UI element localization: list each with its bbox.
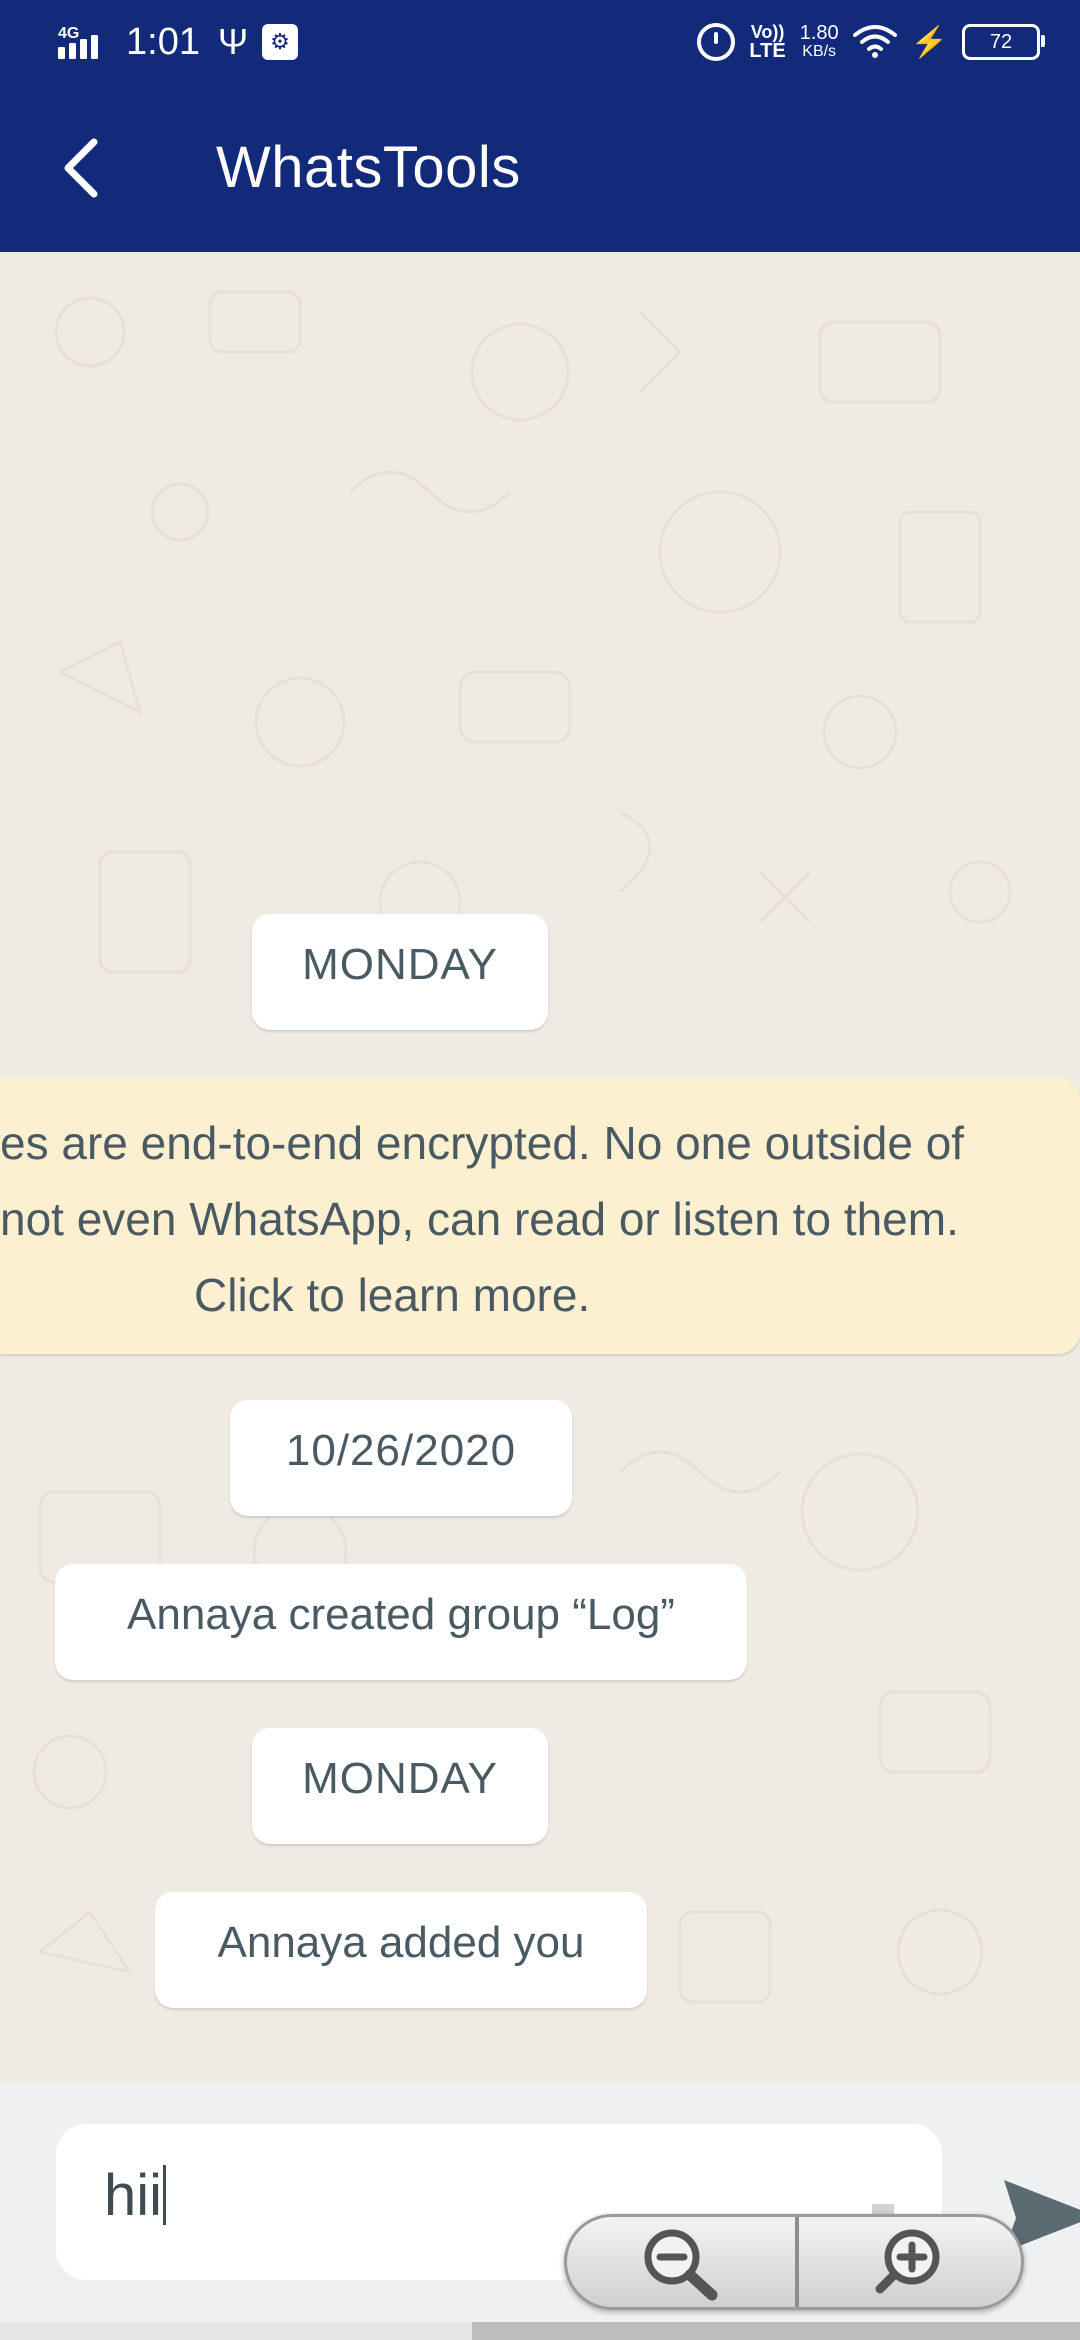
back-button[interactable] xyxy=(40,126,124,210)
date-divider: MONDAY xyxy=(252,914,548,1030)
volte-indicator: Vo)) LTE xyxy=(749,23,785,61)
speed-unit: KB/s xyxy=(802,43,837,61)
page-title: WhatsTools xyxy=(216,135,521,200)
nav-strip-segment xyxy=(472,2322,1080,2340)
signal-icon: 4G xyxy=(58,21,106,63)
zoom-in-icon xyxy=(875,2229,940,2294)
status-bar: 4G 1:01 Ψ ⚙ Vo)) LTE 1.80 KB/s ⚡ 72 xyxy=(0,0,1080,84)
system-nav-strip xyxy=(0,2322,1080,2340)
encryption-notice[interactable]: es are end-to-end encrypted. No one outs… xyxy=(0,1078,1080,1354)
volte-bottom-label: LTE xyxy=(749,40,786,62)
date-divider: MONDAY xyxy=(252,1728,548,1844)
chat-area[interactable]: MONDAY es are end-to-end encrypted. No o… xyxy=(0,252,1080,2082)
message-composer: hii xyxy=(0,2082,1080,2322)
message-input-text: hii xyxy=(104,2163,163,2228)
system-message: Annaya added you xyxy=(155,1892,647,2008)
status-bar-right: Vo)) LTE 1.80 KB/s ⚡ 72 xyxy=(697,12,1045,72)
chevron-left-icon xyxy=(64,138,98,198)
network-type-label: 4G xyxy=(58,25,80,42)
toolbar: WhatsTools xyxy=(0,84,1080,252)
encryption-text-line: not even WhatsApp, can read or listen to… xyxy=(0,1193,959,1245)
usb-icon: Ψ xyxy=(217,21,249,62)
app-screen: 4G 1:01 Ψ ⚙ Vo)) LTE 1.80 KB/s ⚡ 72 What… xyxy=(0,0,1080,2340)
status-time: 1:01 xyxy=(126,20,200,63)
alarm-icon xyxy=(697,23,736,61)
status-bar-left: 4G 1:01 Ψ ⚙ xyxy=(58,14,299,70)
wifi-icon xyxy=(852,25,897,59)
encryption-text-line: es are end-to-end encrypted. No one outs… xyxy=(0,1117,965,1169)
zoom-in-button[interactable] xyxy=(799,2217,1021,2307)
app-header: 4G 1:01 Ψ ⚙ Vo)) LTE 1.80 KB/s ⚡ 72 What… xyxy=(0,0,1080,252)
zoom-controls xyxy=(564,2214,1024,2310)
volte-top-label: Vo)) xyxy=(750,22,785,42)
speed-value: 1.80 xyxy=(799,22,839,45)
text-caret xyxy=(163,2165,167,2225)
message-input-value: hii xyxy=(104,2162,167,2229)
zoom-out-button[interactable] xyxy=(567,2217,795,2307)
charging-icon: ⚡ xyxy=(910,25,948,59)
battery-level: 72 xyxy=(989,30,1013,53)
system-message: Annaya created group “Log” xyxy=(55,1564,747,1680)
date-divider: 10/26/2020 xyxy=(230,1400,572,1516)
zoom-out-icon xyxy=(644,2229,718,2301)
network-speed: 1.80 KB/s xyxy=(800,23,839,61)
battery-icon: 72 xyxy=(962,24,1045,60)
usb-settings-icon: ⚙ xyxy=(262,24,299,60)
encryption-learn-more: Click to learn more. xyxy=(194,1269,591,1321)
